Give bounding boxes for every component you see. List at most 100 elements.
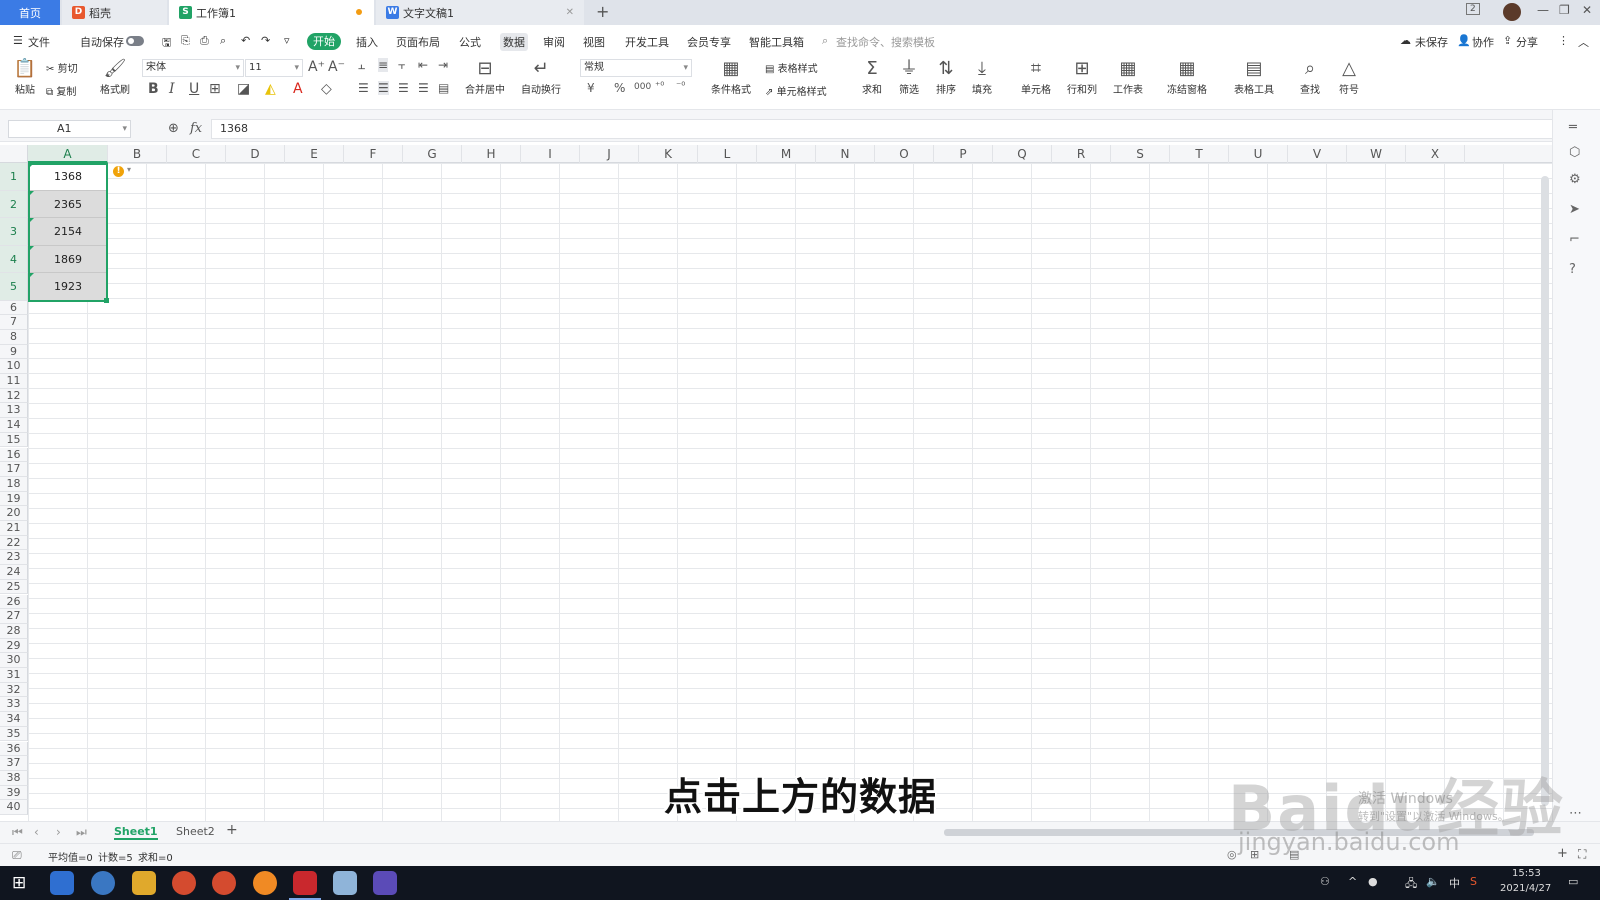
justify-icon[interactable]: ☰ [418,81,429,95]
menu-member[interactable]: 会员专享 [687,34,731,50]
row-header-28[interactable]: 28 [0,623,28,639]
row-header-14[interactable]: 14 [0,418,28,433]
column-header-t[interactable]: T [1170,145,1229,163]
column-header-n[interactable]: N [816,145,875,163]
worksheet-button[interactable]: ▦ 工作表 [1108,59,1148,97]
cell-a5[interactable]: 1923 [29,273,107,301]
unsaved-status[interactable]: 未保存 [1415,34,1448,50]
column-header-p[interactable]: P [934,145,993,163]
cell-grid[interactable] [28,163,1552,821]
fill-button[interactable]: ⤓ 填充 [967,59,997,97]
sort-button[interactable]: ⇅ 排序 [931,59,961,97]
bold-icon[interactable]: B [148,81,159,97]
cell-fill-icon[interactable]: ◪ [237,81,250,97]
find-button[interactable]: ⌕ 查找 [1294,59,1326,97]
number-format-select[interactable]: 常规 [580,59,692,77]
column-header-c[interactable]: C [167,145,226,163]
column-header-k[interactable]: K [639,145,698,163]
clear-format-icon[interactable]: ◇ [321,81,332,97]
settings-sliders-icon[interactable]: ⚙ [1569,172,1581,187]
collab-button[interactable]: 协作 [1472,34,1494,50]
status-sum[interactable]: 求和=0 [138,849,173,864]
browser-app-icon[interactable] [50,871,74,895]
row-header-19[interactable]: 19 [0,491,28,507]
clock-date[interactable]: 2021/4/27 [1500,883,1551,894]
close-tab-icon[interactable]: ✕ [566,7,574,18]
menu-review[interactable]: 审阅 [543,34,565,50]
menu-dev-tools[interactable]: 开发工具 [625,34,669,50]
percent-button[interactable]: % [614,81,625,95]
symbol-button[interactable]: △ 符号 [1333,59,1365,97]
search-icon[interactable]: ⌕ [822,34,828,48]
indent-decrease-icon[interactable]: ⇤ [418,58,428,72]
column-header-j[interactable]: J [580,145,639,163]
align-bottom-icon[interactable]: ⫟ [398,58,405,73]
menu-smart-tools[interactable]: 智能工具箱 [749,34,804,50]
tab-home[interactable]: 首页 [0,0,60,25]
row-header-8[interactable]: 8 [0,329,28,345]
video-app-icon[interactable] [373,871,397,895]
vertical-scrollbar[interactable] [1541,176,1549,806]
sogou-tray-icon[interactable]: S [1470,875,1477,888]
conditional-format-button[interactable]: ▦ 条件格式 [707,59,755,97]
row-header-17[interactable]: 17 [0,462,28,477]
share-button[interactable]: 分享 [1516,34,1538,50]
wps-app-icon[interactable] [289,871,321,900]
quick-access-more-icon[interactable]: ▿ [284,34,290,47]
sheet-tab-sheet1[interactable]: Sheet1 [114,825,158,840]
prev-sheet-icon[interactable]: ‹ [34,825,39,839]
indent-increase-icon[interactable]: ⇥ [438,58,448,72]
row-header-7[interactable]: 7 [0,315,28,330]
status-average[interactable]: 平均值=0 [48,849,93,864]
menu-formula[interactable]: 公式 [459,34,481,50]
font-size-select[interactable]: 11 [245,59,303,77]
pointer-icon[interactable]: ➤ [1569,202,1580,217]
align-right-icon[interactable]: ☰ [398,81,409,95]
zoom-formula-icon[interactable]: ⊕ [168,121,179,136]
row-header-25[interactable]: 25 [0,579,28,595]
sogou-app-icon[interactable] [91,871,115,895]
row-header-6[interactable]: 6 [0,300,28,316]
cell-button[interactable]: ⌗ 单元格 [1016,59,1056,97]
select-all-corner[interactable] [0,145,28,163]
cell-style-button[interactable]: ⇗ 单元格样式 [765,83,827,98]
column-header-f[interactable]: F [344,145,403,163]
sum-button[interactable]: Σ 求和 [857,59,887,97]
row-header-26[interactable]: 26 [0,594,28,610]
align-center-icon[interactable]: ☰ [378,81,389,95]
row-header-23[interactable]: 23 [0,550,28,566]
export-icon[interactable]: ⎘ [181,34,190,48]
fx-icon[interactable]: fx [190,121,202,136]
distributed-icon[interactable]: ▤ [438,81,449,95]
row-header-20[interactable]: 20 [0,506,28,521]
column-header-x[interactable]: X [1406,145,1465,163]
decrease-font-icon[interactable]: A⁻ [328,59,345,75]
menu-insert[interactable]: 插入 [356,34,378,50]
avatar[interactable] [1503,3,1521,21]
fullscreen-icon[interactable]: ⛶ [1578,847,1586,862]
error-warning-icon[interactable]: ! [113,166,124,177]
column-header-q[interactable]: Q [993,145,1052,163]
row-header-40[interactable]: 40 [0,800,28,815]
italic-icon[interactable]: I [169,81,175,97]
row-header-33[interactable]: 33 [0,697,28,713]
align-middle-icon[interactable]: ≡ [378,58,389,72]
network-icon[interactable]: 🖧 [1405,875,1417,894]
formula-input[interactable]: 1368 [211,119,1561,139]
print-icon[interactable]: ⎙ [200,34,209,48]
copy-button[interactable]: ⧉ 复制 [46,83,76,98]
menu-file[interactable]: 文件 [28,34,50,50]
windows-start-icon[interactable]: ⊞ [12,873,26,893]
row-header-39[interactable]: 39 [0,785,28,801]
column-header-o[interactable]: O [875,145,934,163]
new-tab-button[interactable]: + [596,2,609,21]
chrome-2-icon[interactable] [212,871,236,895]
row-header-18[interactable]: 18 [0,476,28,492]
font-color-icon[interactable]: A [293,81,303,97]
row-header-21[interactable]: 21 [0,521,28,536]
row-header-29[interactable]: 29 [0,638,28,654]
column-header-v[interactable]: V [1288,145,1347,163]
clock-time[interactable]: 15:53 [1512,868,1541,879]
table-tools-button[interactable]: ▤ 表格工具 [1230,59,1278,97]
last-sheet-icon[interactable]: ⏭ [76,825,87,840]
